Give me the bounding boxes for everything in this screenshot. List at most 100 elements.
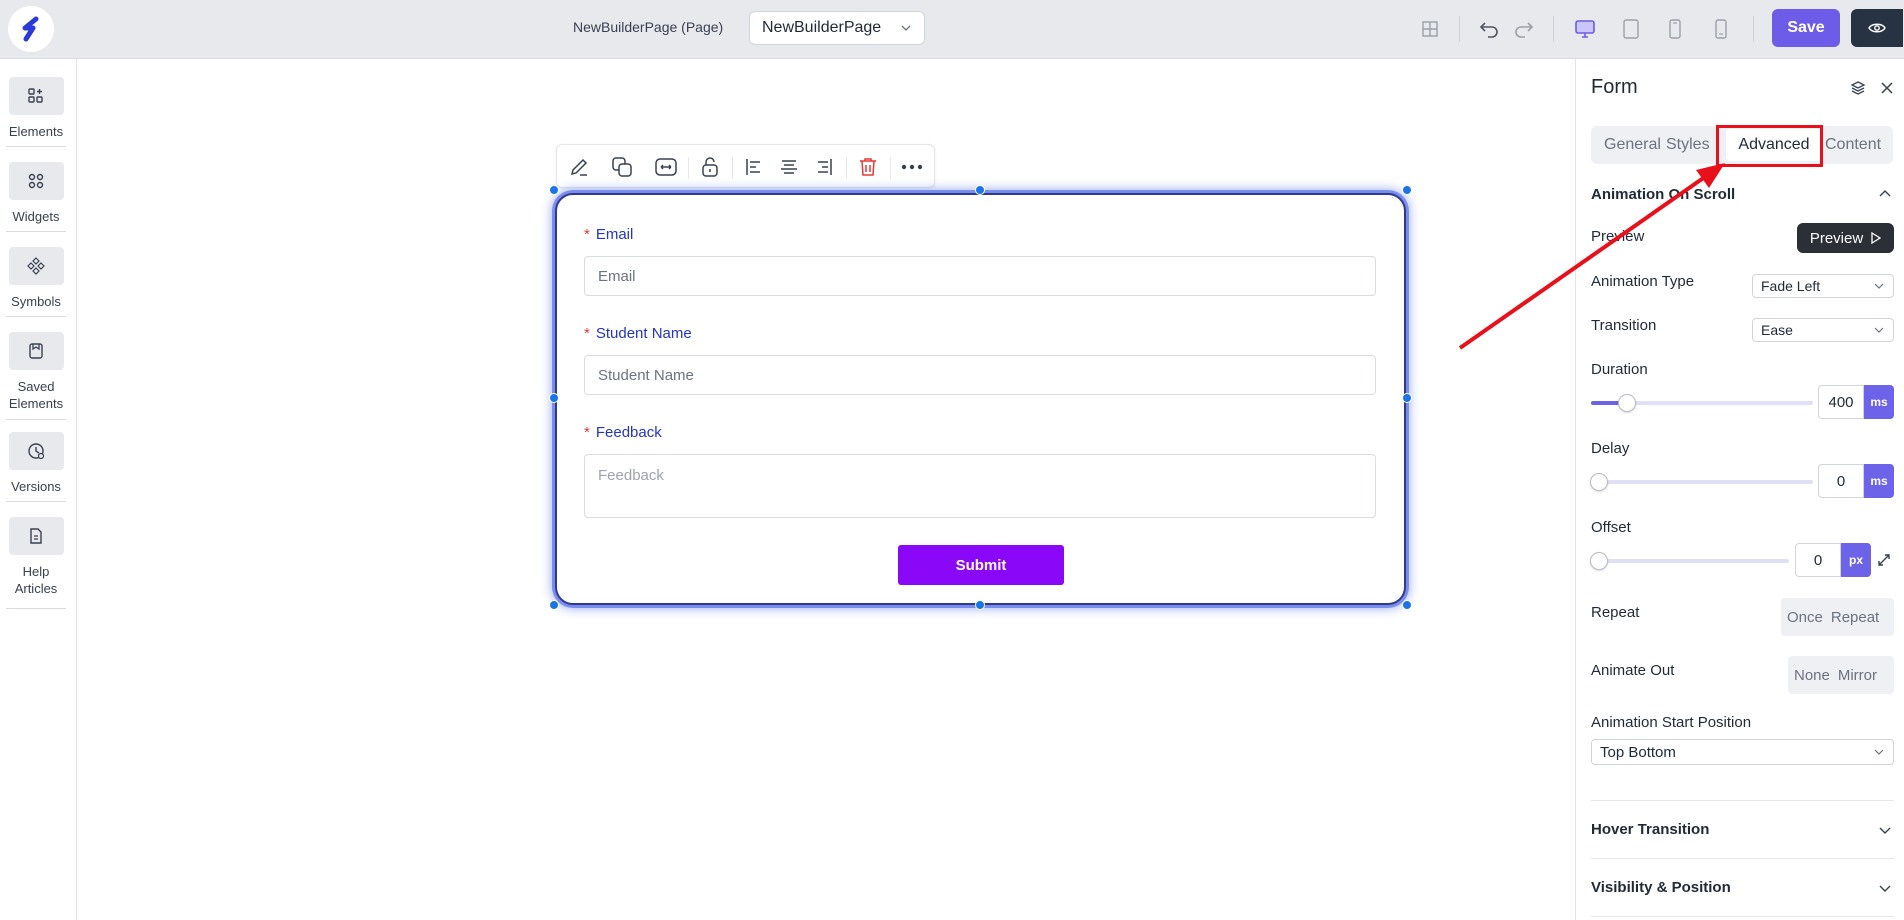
offset-slider-handle[interactable] [1590,552,1608,570]
tab-advanced[interactable]: Advanced [1726,129,1822,161]
chevron-down-icon[interactable] [1878,823,1892,837]
section-divider [1591,916,1894,917]
submit-button[interactable]: Submit [898,545,1064,585]
start-position-select[interactable]: Top Bottom [1591,739,1894,765]
unlock-icon[interactable] [697,154,723,180]
animate-out-option-mirror[interactable]: Mirror [1838,667,1877,684]
sidebar-item-versions[interactable]: Versions [6,432,66,495]
widgets-icon [8,162,64,200]
close-icon[interactable] [1876,77,1898,99]
chevron-down-icon [1874,283,1884,289]
duration-unit[interactable]: ms [1864,385,1894,419]
layers-icon[interactable] [1847,77,1869,99]
offset-unit[interactable]: px [1841,543,1871,577]
repeat-label: Repeat [1591,604,1640,621]
desktop-view-icon[interactable] [1571,15,1599,43]
edit-icon[interactable] [566,154,592,180]
resize-handle[interactable] [975,600,985,610]
animation-section-header[interactable]: Animation On Scroll [1591,186,1735,203]
duration-slider[interactable] [1591,394,1813,412]
email-field[interactable]: Email [584,256,1376,296]
resize-handle[interactable] [1402,185,1412,195]
delay-input[interactable]: 0 [1818,464,1864,498]
chevron-down-icon[interactable] [1878,881,1892,895]
animate-out-option-none[interactable]: None [1794,667,1830,684]
hover-transition-header[interactable]: Hover Transition [1591,821,1709,838]
align-center-icon[interactable] [776,154,802,180]
elements-icon [8,77,64,115]
delay-slider[interactable] [1590,473,1813,491]
repeat-option-once[interactable]: Once [1787,609,1823,626]
repeat-toggle: Once Repeat [1781,598,1894,636]
student-name-field[interactable]: Student Name [584,355,1376,395]
logo-icon [22,16,39,42]
delay-label: Delay [1591,440,1630,457]
sidebar-divider [6,146,66,147]
save-button[interactable]: Save [1772,9,1840,47]
offset-input[interactable]: 0 [1795,543,1841,577]
feedback-textarea[interactable]: Feedback [584,454,1376,518]
mobile-view-icon[interactable] [1661,15,1689,43]
resize-handle[interactable] [1402,600,1412,610]
offset-label: Offset [1591,519,1631,536]
animation-type-select[interactable]: Fade Left [1752,274,1894,298]
preview-animation-button[interactable]: Preview [1797,223,1894,253]
element-toolbar [556,144,935,188]
duration-slider-handle[interactable] [1617,394,1636,412]
grid-icon[interactable] [1416,15,1444,43]
chevron-down-icon [1874,327,1884,333]
visibility-position-header[interactable]: Visibility & Position [1591,879,1731,896]
transition-select[interactable]: Ease [1752,318,1894,342]
delay-unit[interactable]: ms [1864,464,1894,498]
toolbar-divider [1753,16,1754,42]
tab-general[interactable]: General [1604,136,1661,154]
redo-icon[interactable] [1510,15,1538,43]
app-logo[interactable] [8,6,54,52]
expand-icon[interactable] [1873,549,1895,571]
align-right-icon[interactable] [811,154,837,180]
toolbar-divider [890,157,891,179]
resize-handle[interactable] [975,185,985,195]
sidebar-divider [6,501,66,502]
chevron-up-icon[interactable] [1878,187,1892,201]
more-options-icon[interactable] [899,154,925,180]
resize-width-icon[interactable] [653,154,679,180]
tablet-view-icon[interactable] [1617,15,1645,43]
sidebar-item-widgets[interactable]: Widgets [6,162,66,225]
toolbar-divider [1553,16,1554,42]
sidebar-divider [6,231,66,232]
sidebar-item-symbols[interactable]: Symbols [6,247,66,310]
sidebar-divider [6,316,66,317]
duration-input[interactable]: 400 [1818,385,1864,419]
tab-content[interactable]: Content [1825,136,1881,154]
help-articles-icon [8,517,64,555]
start-position-label: Animation Start Position [1591,714,1752,731]
resize-handle[interactable] [549,393,559,403]
tab-styles[interactable]: Styles [1666,136,1710,154]
animation-type-label: Animation Type [1591,273,1695,290]
delay-slider-handle[interactable] [1590,473,1608,491]
left-sidebar: Elements Widgets Symbols Saved Elements … [0,59,77,920]
repeat-option-repeat[interactable]: Repeat [1831,609,1879,626]
symbols-icon [8,247,64,285]
properties-panel: Form General Styles Advanced Content Ani… [1575,59,1904,920]
sidebar-item-help-articles[interactable]: Help Articles [6,517,66,597]
delete-icon[interactable] [855,154,881,180]
align-left-icon[interactable] [741,154,767,180]
undo-icon[interactable] [1475,15,1503,43]
page-label: NewBuilderPage (Page) [573,19,724,35]
section-divider [1591,800,1894,801]
sidebar-item-elements[interactable]: Elements [6,77,66,140]
resize-handle[interactable] [1402,393,1412,403]
page-select[interactable]: NewBuilderPage [749,11,925,45]
form-element[interactable]: * Email Email * Student Name Student Name … [555,193,1406,605]
resize-handle[interactable] [549,185,559,195]
resize-handle[interactable] [549,600,559,610]
preview-page-button[interactable] [1851,9,1903,47]
duplicate-icon[interactable] [609,154,635,180]
small-mobile-view-icon[interactable] [1707,15,1735,43]
offset-slider[interactable] [1590,552,1789,570]
required-mark: * [584,226,590,243]
sidebar-item-label: Widgets [12,209,60,224]
sidebar-item-saved-elements[interactable]: Saved Elements [6,332,66,412]
